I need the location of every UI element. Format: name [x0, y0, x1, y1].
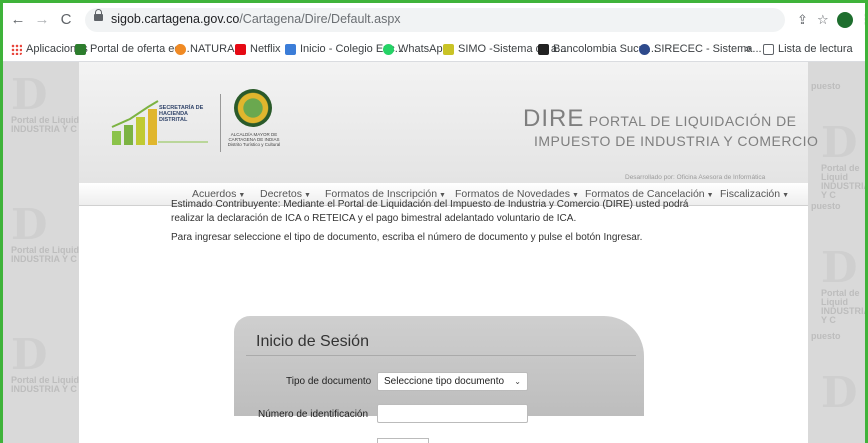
page-title: DIRE PORTAL DE LIQUIDACIÓN DE [523, 105, 797, 132]
bookmark-favicon [75, 43, 86, 55]
browser-toolbar: ← → C sigob.cartagena.gov.co/Cartagena/D… [3, 3, 865, 37]
share-icon[interactable]: ⇪ [797, 12, 808, 28]
watermark: puesto [811, 81, 841, 91]
city-seal-icon [234, 89, 272, 127]
bookmark-favicon [443, 43, 454, 55]
intro-text: Estimado Contribuyente: Mediante el Port… [171, 199, 689, 224]
bookmark-favicon [538, 43, 549, 55]
star-icon[interactable]: ☆ [817, 12, 829, 28]
watermark: D Portal de Liquid INDUSTRIA Y C [11, 70, 80, 134]
address-bar[interactable]: sigob.cartagena.gov.co/Cartagena/Dire/De… [85, 8, 785, 32]
watermark: D Portal de Liquid INDUSTRIA Y C [821, 118, 865, 200]
divider [220, 94, 221, 152]
bookmark-favicon [639, 43, 650, 55]
bookmark-favicon [285, 43, 296, 55]
watermark: D Portal de Liquid INDUSTRIA Y C [11, 330, 80, 394]
doc-type-select[interactable]: Seleccione tipo documento ⌄ [377, 372, 528, 391]
netflix-icon [235, 43, 246, 55]
bookmarks-bar: Aplicaciones Portal de oferta ed... NATU… [3, 37, 865, 62]
menu-dots-icon[interactable]: ⋮ [859, 11, 865, 28]
login-panel: Inicio de Sesión Tipo de documento Selec… [234, 316, 644, 443]
bookmarks-overflow-button[interactable]: » [745, 43, 751, 55]
watermark: puesto [811, 331, 841, 341]
developed-by: Desarrollado por: Oficina Asesora de Inf… [625, 174, 766, 181]
seal-caption: ALCALDÍA MAYOR DE CARTAGENA DE INDIAS Dis… [227, 132, 281, 147]
lock-icon [94, 9, 103, 21]
watermark: D [821, 368, 858, 417]
input-field[interactable] [377, 438, 429, 443]
nav-fiscalizacion[interactable]: Fiscalización ▼ [720, 188, 789, 200]
forward-arrow-icon[interactable]: → [33, 11, 51, 29]
browser-window: ← → C sigob.cartagena.gov.co/Cartagena/D… [3, 3, 865, 443]
id-number-label: Número de identificación [258, 409, 369, 420]
secretaria-text: SECRETARÍA DE HACIENDA DISTRITAL [159, 105, 204, 123]
chevron-down-icon: ⌄ [514, 377, 521, 386]
page-subtitle: IMPUESTO DE INDUSTRIA Y COMERCIO [534, 133, 819, 149]
reload-icon[interactable]: C [57, 11, 75, 29]
divider [246, 355, 636, 356]
watermark: puesto [811, 201, 841, 211]
bookmark-item[interactable]: NATURA [175, 43, 234, 55]
whatsapp-icon [383, 43, 394, 55]
header-banner: SECRETARÍA DE HACIENDA DISTRITAL ALCALDÍ… [79, 62, 818, 183]
web-page: D Portal de Liquid INDUSTRIA Y C D Portal d… [3, 62, 865, 443]
caret-down-icon: ▼ [706, 192, 714, 199]
watermark: D Portal de Liquid INDUSTRIA Y C [11, 200, 80, 264]
bookmark-item[interactable]: Netflix [235, 43, 281, 55]
bookmark-item[interactable]: Portal de oferta ed... [75, 43, 190, 55]
reading-list-label: Lista de lectura [778, 43, 853, 55]
instructions-text: Para ingresar seleccione el tipo de docu… [171, 232, 643, 243]
bookmark-item[interactable]: WhatsApp [383, 43, 449, 55]
login-title: Inicio de Sesión [256, 333, 369, 350]
bookmark-item[interactable]: SIRECEC - Sistema... [639, 43, 762, 55]
caret-down-icon: ▼ [782, 192, 790, 199]
apps-grid-icon [11, 43, 22, 55]
profile-avatar[interactable] [837, 12, 853, 28]
doc-type-label: Tipo de documento [286, 376, 372, 387]
back-arrow-icon[interactable]: ← [9, 11, 27, 29]
watermark: D Portal de Liquid INDUSTRIA Y C [821, 243, 865, 325]
reading-list-button[interactable]: Lista de lectura [763, 43, 853, 55]
url-text: sigob.cartagena.gov.co/Cartagena/Dire/De… [111, 12, 401, 26]
bookmark-favicon [175, 43, 186, 55]
id-number-input[interactable] [377, 404, 528, 423]
reading-list-icon [763, 43, 774, 55]
